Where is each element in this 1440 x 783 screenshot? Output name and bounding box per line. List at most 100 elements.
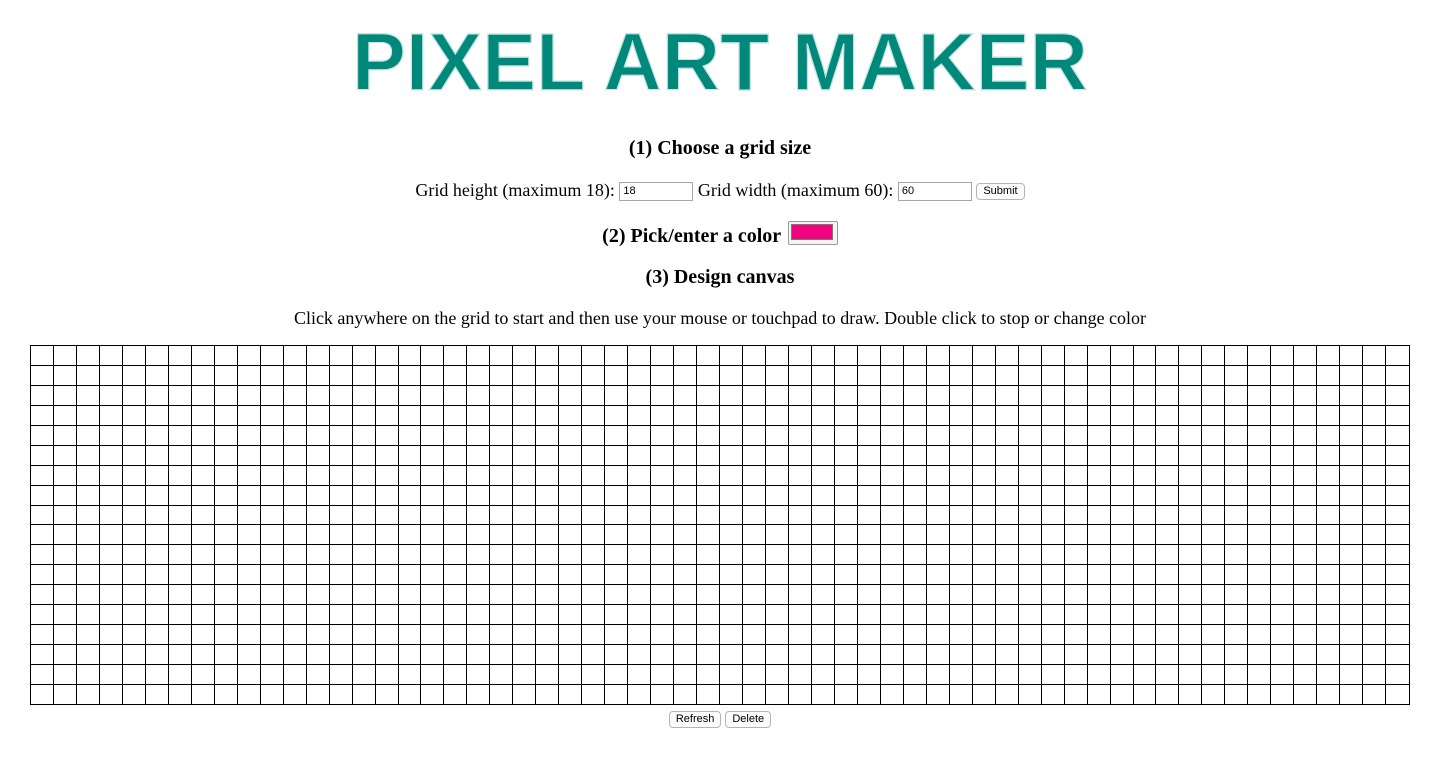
- canvas-cell[interactable]: [144, 364, 169, 386]
- canvas-cell[interactable]: [30, 584, 54, 606]
- canvas-cell[interactable]: [1385, 484, 1410, 506]
- canvas-cell[interactable]: [1362, 404, 1387, 426]
- canvas-cell[interactable]: [213, 444, 238, 466]
- canvas-cell[interactable]: [1155, 584, 1180, 606]
- canvas-cell[interactable]: [719, 564, 744, 586]
- canvas-cell[interactable]: [443, 544, 468, 566]
- canvas-cell[interactable]: [902, 444, 927, 466]
- canvas-cell[interactable]: [420, 484, 445, 506]
- canvas-cell[interactable]: [742, 564, 766, 586]
- canvas-cell[interactable]: [512, 544, 537, 566]
- canvas-cell[interactable]: [52, 524, 77, 546]
- canvas-cell[interactable]: [902, 544, 927, 566]
- canvas-cell[interactable]: [1339, 664, 1364, 685]
- canvas-cell[interactable]: [1385, 464, 1410, 486]
- canvas-cell[interactable]: [856, 644, 881, 665]
- canvas-cell[interactable]: [650, 424, 675, 446]
- canvas-cell[interactable]: [167, 544, 192, 566]
- canvas-cell[interactable]: [305, 464, 330, 486]
- canvas-cell[interactable]: [1247, 683, 1272, 706]
- canvas-cell[interactable]: [971, 464, 996, 486]
- canvas-cell[interactable]: [167, 424, 192, 446]
- canvas-cell[interactable]: [1201, 683, 1226, 706]
- canvas-cell[interactable]: [856, 345, 881, 366]
- canvas-cell[interactable]: [1224, 404, 1249, 426]
- canvas-cell[interactable]: [719, 584, 744, 606]
- canvas-cell[interactable]: [673, 664, 698, 685]
- canvas-cell[interactable]: [30, 424, 54, 446]
- canvas-cell[interactable]: [259, 404, 284, 426]
- canvas-cell[interactable]: [190, 345, 215, 366]
- canvas-cell[interactable]: [971, 384, 996, 406]
- canvas-cell[interactable]: [535, 624, 560, 646]
- canvas-cell[interactable]: [1270, 345, 1295, 366]
- canvas-cell[interactable]: [558, 364, 583, 386]
- canvas-cell[interactable]: [948, 544, 973, 566]
- canvas-cell[interactable]: [1385, 544, 1410, 566]
- canvas-cell[interactable]: [673, 345, 698, 366]
- canvas-cell[interactable]: [30, 564, 54, 586]
- canvas-cell[interactable]: [1109, 364, 1134, 386]
- canvas-cell[interactable]: [1132, 524, 1157, 546]
- canvas-cell[interactable]: [902, 644, 927, 665]
- canvas-cell[interactable]: [1201, 624, 1226, 646]
- canvas-cell[interactable]: [328, 384, 353, 406]
- canvas-cell[interactable]: [971, 664, 996, 685]
- canvas-cell[interactable]: [604, 544, 629, 566]
- canvas-cell[interactable]: [1339, 484, 1364, 506]
- canvas-cell[interactable]: [1155, 644, 1180, 665]
- canvas-cell[interactable]: [1224, 624, 1249, 646]
- canvas-cell[interactable]: [443, 644, 468, 665]
- canvas-cell[interactable]: [236, 384, 261, 406]
- canvas-cell[interactable]: [52, 664, 77, 685]
- canvas-cell[interactable]: [236, 564, 261, 586]
- canvas-cell[interactable]: [1109, 624, 1134, 646]
- canvas-cell[interactable]: [810, 683, 835, 706]
- canvas-cell[interactable]: [236, 404, 261, 426]
- canvas-cell[interactable]: [351, 404, 376, 426]
- canvas-cell[interactable]: [1132, 604, 1157, 626]
- canvas-cell[interactable]: [489, 444, 514, 466]
- canvas-cell[interactable]: [1017, 544, 1042, 566]
- canvas-cell[interactable]: [833, 683, 858, 706]
- canvas-cell[interactable]: [351, 544, 376, 566]
- refresh-button[interactable]: Refresh: [668, 711, 722, 728]
- canvas-cell[interactable]: [213, 644, 238, 665]
- canvas-cell[interactable]: [190, 464, 215, 486]
- canvas-cell[interactable]: [879, 404, 904, 426]
- canvas-cell[interactable]: [719, 404, 744, 426]
- canvas-cell[interactable]: [30, 624, 54, 646]
- canvas-cell[interactable]: [121, 584, 146, 606]
- canvas-cell[interactable]: [696, 424, 721, 446]
- canvas-cell[interactable]: [1385, 404, 1410, 426]
- canvas-cell[interactable]: [1178, 624, 1203, 646]
- canvas-cell[interactable]: [696, 364, 721, 386]
- canvas-cell[interactable]: [948, 424, 973, 446]
- canvas-cell[interactable]: [1017, 604, 1042, 626]
- canvas-cell[interactable]: [1362, 444, 1387, 466]
- canvas-cell[interactable]: [971, 683, 996, 706]
- canvas-cell[interactable]: [1109, 384, 1134, 406]
- canvas-cell[interactable]: [512, 444, 537, 466]
- canvas-cell[interactable]: [879, 624, 904, 646]
- canvas-cell[interactable]: [581, 683, 606, 706]
- canvas-cell[interactable]: [121, 424, 146, 446]
- canvas-cell[interactable]: [259, 384, 284, 406]
- canvas-cell[interactable]: [1178, 384, 1203, 406]
- canvas-cell[interactable]: [650, 604, 675, 626]
- canvas-cell[interactable]: [604, 404, 629, 426]
- canvas-cell[interactable]: [121, 624, 146, 646]
- canvas-cell[interactable]: [765, 604, 789, 626]
- canvas-cell[interactable]: [719, 624, 744, 646]
- canvas-cell[interactable]: [1178, 683, 1203, 706]
- canvas-cell[interactable]: [1178, 444, 1203, 466]
- canvas-cell[interactable]: [787, 564, 812, 586]
- canvas-cell[interactable]: [765, 524, 789, 546]
- canvas-cell[interactable]: [673, 464, 698, 486]
- canvas-cell[interactable]: [604, 584, 629, 606]
- canvas-cell[interactable]: [1339, 604, 1364, 626]
- canvas-cell[interactable]: [787, 624, 812, 646]
- canvas-cell[interactable]: [1316, 464, 1341, 486]
- canvas-cell[interactable]: [397, 524, 422, 546]
- canvas-cell[interactable]: [833, 464, 858, 486]
